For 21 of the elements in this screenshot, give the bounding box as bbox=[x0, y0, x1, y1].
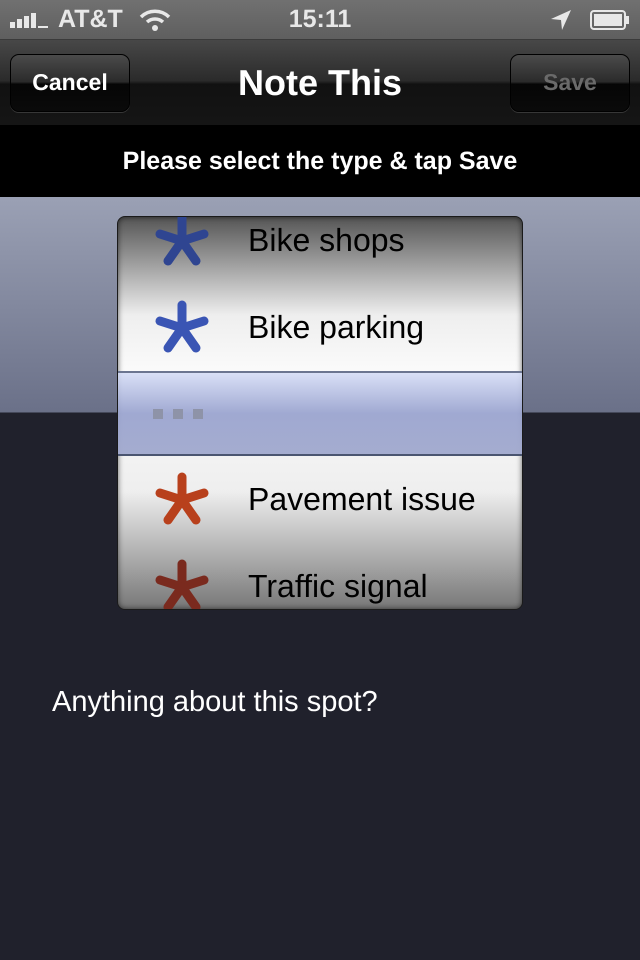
picker-row[interactable]: Bike shops bbox=[118, 217, 522, 284]
wifi-icon bbox=[138, 8, 171, 32]
picker-row[interactable]: Traffic signal bbox=[118, 543, 522, 609]
screen-title: Note This bbox=[238, 62, 402, 104]
picker-row[interactable]: Pavement issue bbox=[118, 456, 522, 543]
note-prompt: Anything about this spot? bbox=[52, 686, 379, 719]
battery-icon bbox=[590, 10, 630, 30]
instruction-banner: Please select the type & tap Save bbox=[0, 125, 640, 197]
type-label: Bike parking bbox=[248, 309, 424, 346]
signal-icon bbox=[10, 12, 50, 28]
selected-picker-row[interactable] bbox=[118, 371, 522, 456]
carrier-name: AT&T bbox=[58, 5, 123, 34]
type-label: Pavement issue bbox=[248, 481, 476, 518]
type-picker[interactable]: Bike shops Bike parking Pavement issue Traffic signal bbox=[117, 216, 523, 610]
clock-time: 15:11 bbox=[288, 5, 352, 34]
cancel-button[interactable]: Cancel bbox=[10, 54, 130, 112]
picker-row[interactable]: Bike parking bbox=[118, 284, 522, 371]
type-label: Bike shops bbox=[248, 222, 405, 259]
type-label: Traffic signal bbox=[248, 568, 428, 605]
location-arrow-icon bbox=[550, 8, 572, 30]
ellipsis-icon bbox=[153, 408, 203, 418]
